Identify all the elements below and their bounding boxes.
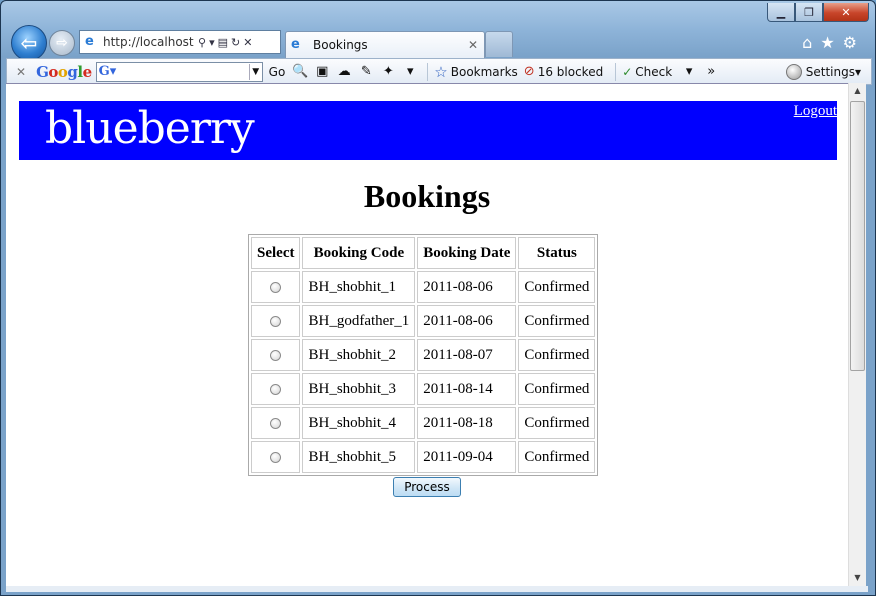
booking-code-cell: BH_shobhit_3 (302, 373, 416, 405)
address-text[interactable]: http://localhost:8 (103, 35, 195, 49)
site-header-banner: blueberry Logout (19, 101, 837, 160)
search-icon[interactable]: ⚲ (198, 36, 206, 49)
process-button[interactable]: Process (393, 477, 461, 497)
forward-arrow-icon: ⇨ (56, 35, 68, 51)
table-row: BH_shobhit_4 2011-08-18 Confirmed (251, 407, 596, 439)
overflow-chevron-icon[interactable]: » (702, 64, 720, 79)
spell-check-icon: ✓ (622, 64, 633, 79)
select-radio[interactable] (270, 315, 282, 327)
table-row: BH_shobhit_5 2011-09-04 Confirmed (251, 441, 596, 473)
bookings-table: Select Booking Code Booking Date Status … (248, 234, 599, 476)
select-radio[interactable] (270, 451, 282, 463)
vertical-scrollbar[interactable]: ▲ ▼ (848, 83, 866, 586)
image-icon[interactable]: ▣ (313, 64, 331, 79)
booking-code-cell: BH_shobhit_2 (302, 339, 416, 371)
scroll-down-arrow-icon[interactable]: ▼ (849, 570, 866, 586)
dropdown-arrow-icon[interactable]: ▾ (209, 36, 215, 49)
column-header: Select (251, 237, 301, 269)
stop-icon[interactable]: ✕ (243, 36, 252, 49)
booking-code-cell: BH_shobhit_4 (302, 407, 416, 439)
booking-code-cell: BH_shobhit_5 (302, 441, 416, 473)
google-g-icon: G▾ (98, 64, 117, 79)
tab-bookings[interactable]: e Bookings ✕ (285, 31, 485, 58)
forward-button[interactable]: ⇨ (49, 30, 75, 56)
column-header: Booking Code (302, 237, 416, 269)
status-bar (6, 586, 868, 592)
ie-logo-icon: e (85, 34, 94, 49)
status-cell: Confirmed (518, 373, 596, 405)
google-logo: Google (36, 62, 92, 81)
tools-gear-icon[interactable]: ⚙ (843, 33, 857, 52)
minimize-button[interactable]: ▁ (767, 3, 795, 22)
go-button[interactable]: Go (269, 65, 286, 79)
translate-icon[interactable]: ✎ (357, 64, 375, 79)
booking-date-cell: 2011-08-18 (417, 407, 517, 439)
favorites-star-icon[interactable]: ★ (820, 33, 834, 52)
compat-view-icon[interactable]: ▤ (218, 36, 228, 49)
popup-blocker-icon: ⊘ (523, 64, 535, 79)
booking-code-cell: BH_godfather_1 (302, 305, 416, 337)
bookmarks-star-icon: ☆ (434, 62, 448, 81)
booking-date-cell: 2011-08-06 (417, 271, 517, 303)
puzzle-icon[interactable]: ✦ (379, 64, 397, 79)
close-button[interactable]: ✕ (823, 3, 869, 22)
back-button[interactable]: ⇦ (11, 25, 47, 61)
select-radio[interactable] (270, 417, 282, 429)
caption-buttons: ▁ ❐ ✕ (767, 3, 869, 22)
refresh-icon[interactable]: ↻ (231, 36, 240, 49)
booking-code-cell: BH_shobhit_1 (302, 271, 416, 303)
popups-blocked-button[interactable]: 16 blocked (538, 65, 604, 79)
magnifier-icon[interactable]: 🔍 (291, 64, 309, 79)
select-radio[interactable] (270, 383, 282, 395)
booking-date-cell: 2011-09-04 (417, 441, 517, 473)
scroll-up-arrow-icon[interactable]: ▲ (849, 83, 866, 99)
toolbar-separator (615, 62, 617, 81)
toolbar-separator (427, 62, 429, 81)
maximize-button[interactable]: ❐ (795, 3, 823, 22)
table-row: BH_shobhit_3 2011-08-14 Confirmed (251, 373, 596, 405)
status-cell: Confirmed (518, 441, 596, 473)
search-dropdown-icon[interactable]: ▼ (248, 63, 262, 80)
column-header: Status (518, 237, 596, 269)
table-row: BH_shobhit_1 2011-08-06 Confirmed (251, 271, 596, 303)
status-cell: Confirmed (518, 339, 596, 371)
check-dropdown-icon[interactable]: ▾ (680, 64, 698, 79)
status-cell: Confirmed (518, 407, 596, 439)
home-icon[interactable]: ⌂ (802, 33, 812, 52)
settings-button[interactable]: Settings (806, 65, 855, 79)
page-viewport: blueberry Logout Bookings Select Booking… (6, 83, 848, 587)
table-header-row: Select Booking Code Booking Date Status (251, 237, 596, 269)
table-row: BH_shobhit_2 2011-08-07 Confirmed (251, 339, 596, 371)
page-title: Bookings (363, 178, 491, 214)
scrollbar-thumb[interactable] (850, 101, 865, 371)
tab-close-icon[interactable]: ✕ (468, 38, 478, 52)
google-search-input[interactable]: G▾ ▼ (95, 61, 263, 82)
logout-link[interactable]: Logout (794, 103, 837, 120)
booking-date-cell: 2011-08-06 (417, 305, 517, 337)
select-radio[interactable] (270, 281, 282, 293)
google-toolbar: ✕ Google G▾ ▼ Go 🔍 ▣ ☁ ✎ ✦ ▾ ☆ Bookmarks… (6, 58, 872, 85)
status-cell: Confirmed (518, 271, 596, 303)
ie-logo-icon: e (291, 37, 300, 52)
site-logo: blueberry (45, 103, 255, 154)
select-radio[interactable] (270, 349, 282, 361)
booking-date-cell: 2011-08-07 (417, 339, 517, 371)
table-row: BH_godfather_1 2011-08-06 Confirmed (251, 305, 596, 337)
back-arrow-icon: ⇦ (20, 31, 38, 55)
settings-icon (785, 63, 802, 80)
bookmarks-button[interactable]: Bookmarks (451, 65, 518, 79)
toolbar-close-icon[interactable]: ✕ (16, 65, 26, 79)
new-tab-button[interactable] (485, 31, 513, 57)
check-button[interactable]: Check (635, 65, 672, 79)
settings-dropdown-icon[interactable]: ▾ (855, 65, 861, 79)
column-header: Booking Date (417, 237, 517, 269)
chat-icon[interactable]: ☁ (335, 64, 353, 79)
status-cell: Confirmed (518, 305, 596, 337)
address-bar[interactable]: e http://localhost:8 ⚲ ▾ ▤ ↻ ✕ (79, 30, 281, 54)
tab-title: Bookings (313, 38, 368, 52)
more-dropdown-icon[interactable]: ▾ (401, 64, 419, 79)
booking-date-cell: 2011-08-14 (417, 373, 517, 405)
browser-top-icons: ⌂ ★ ⚙ (802, 33, 857, 52)
